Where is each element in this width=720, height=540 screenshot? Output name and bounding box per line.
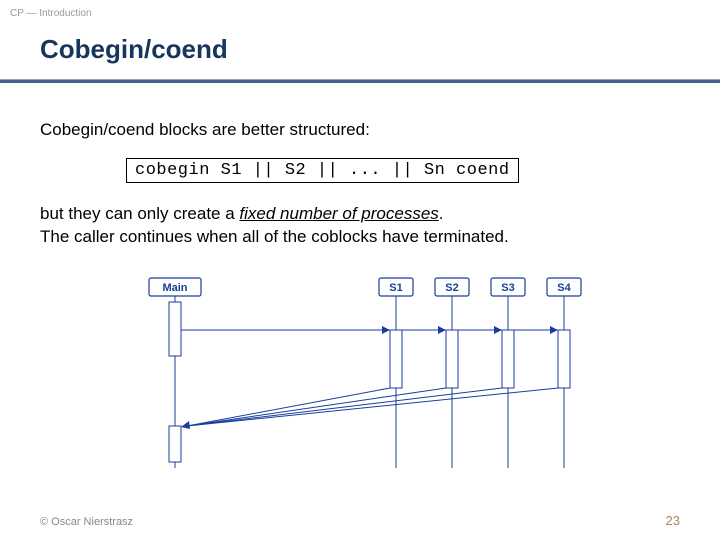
code-box: cobegin S1 || S2 || ... || Sn coend [126, 158, 519, 183]
s4-activation [558, 330, 570, 388]
slide: CP — Introduction Cobegin/coend Cobegin/… [0, 0, 720, 540]
s1-label: S1 [379, 278, 413, 296]
svg-text:S2: S2 [445, 282, 458, 294]
note-emphasis: fixed number of processes [239, 204, 438, 223]
footer-page-number: 23 [666, 513, 680, 528]
note-prefix: but they can only create a [40, 204, 239, 223]
svg-text:S4: S4 [557, 282, 571, 294]
svg-text:S1: S1 [389, 282, 402, 294]
join-arrows [181, 388, 558, 429]
main-activation-top [169, 302, 181, 356]
s3-activation [502, 330, 514, 388]
title-area: Cobegin/coend [0, 34, 720, 83]
slide-title: Cobegin/coend [0, 34, 720, 73]
title-rule-thick [0, 80, 720, 83]
intro-text: Cobegin/coend blocks are better structur… [40, 120, 680, 140]
s3-label: S3 [491, 278, 525, 296]
note-text: but they can only create a fixed number … [40, 203, 680, 249]
body: Cobegin/coend blocks are better structur… [40, 120, 680, 249]
s2-label: S2 [435, 278, 469, 296]
main-activation-bottom [169, 426, 181, 462]
note-line2: The caller continues when all of the cob… [40, 227, 509, 246]
s1-activation [390, 330, 402, 388]
main-label: Main [149, 278, 201, 296]
svg-text:S3: S3 [501, 282, 514, 294]
s2-activation [446, 330, 458, 388]
fork-arrows [181, 326, 558, 334]
footer-copyright: © Oscar Nierstrasz [40, 516, 133, 528]
breadcrumb: CP — Introduction [10, 8, 92, 19]
sequence-diagram: Main S1 S2 S3 S4 [0, 272, 720, 472]
note-suffix: . [439, 204, 444, 223]
svg-text:Main: Main [162, 282, 187, 294]
s4-label: S4 [547, 278, 581, 296]
